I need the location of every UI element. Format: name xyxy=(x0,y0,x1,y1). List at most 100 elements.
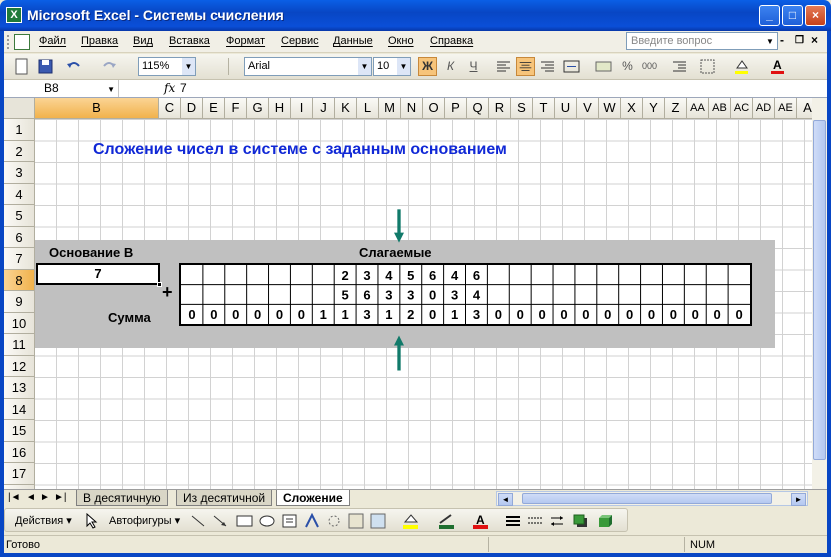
doc-close-icon[interactable]: × xyxy=(811,33,818,47)
column-header-ab[interactable]: AB xyxy=(709,98,731,119)
column-header-ad[interactable]: AD xyxy=(753,98,775,119)
row-header-4[interactable]: 4 xyxy=(4,183,35,205)
font-dropdown-icon[interactable]: ▼ xyxy=(358,58,371,75)
diagram-icon[interactable] xyxy=(326,513,342,529)
menu-format[interactable]: Формат xyxy=(226,35,265,47)
row-header-2[interactable]: 2 xyxy=(4,140,35,162)
column-header-h[interactable]: H xyxy=(269,98,291,119)
dash-style-icon[interactable] xyxy=(527,514,543,528)
merge-center-icon[interactable] xyxy=(562,57,581,76)
arrow-style-icon[interactable] xyxy=(549,514,565,528)
name-box-dropdown-icon[interactable]: ▼ xyxy=(107,85,115,94)
addend2-digit[interactable]: 3 xyxy=(407,288,414,303)
column-header-q[interactable]: Q xyxy=(467,98,489,119)
sum-digit[interactable]: 0 xyxy=(429,307,436,322)
zoom-dropdown-icon[interactable]: ▼ xyxy=(182,58,195,75)
minimize-button[interactable]: _ xyxy=(759,5,780,26)
column-header-f[interactable]: F xyxy=(225,98,247,119)
close-button[interactable]: × xyxy=(805,5,826,26)
percent-button[interactable]: % xyxy=(618,57,637,76)
scroll-left-icon[interactable]: ◄ xyxy=(498,493,513,506)
addend2-digit[interactable]: 4 xyxy=(473,288,481,303)
rectangle-icon[interactable] xyxy=(236,514,254,528)
sum-digit[interactable]: 0 xyxy=(714,307,721,322)
prev-sheet-icon[interactable]: ◄ xyxy=(26,492,36,503)
font-color-icon[interactable]: A xyxy=(768,57,787,76)
column-header-g[interactable]: G xyxy=(247,98,269,119)
bold-button[interactable]: Ж xyxy=(418,57,437,76)
sum-digit[interactable]: 0 xyxy=(626,307,633,322)
addend1-digit[interactable]: 5 xyxy=(407,268,414,283)
name-box[interactable]: B8 ▼ xyxy=(4,80,119,97)
align-center-icon[interactable] xyxy=(516,57,535,76)
align-left-icon[interactable] xyxy=(494,57,513,76)
column-header-x[interactable]: X xyxy=(621,98,643,119)
menu-insert[interactable]: Вставка xyxy=(169,35,210,47)
menu-edit[interactable]: Правка xyxy=(81,35,118,47)
currency-icon[interactable] xyxy=(594,57,613,76)
draw-fill-color-icon[interactable] xyxy=(401,512,421,530)
row-header-17[interactable]: 17 xyxy=(4,463,35,485)
last-sheet-icon[interactable]: ►| xyxy=(54,492,67,503)
worksheet[interactable]: B C D E F G H I J K L M N O P Q R S T U V W X Y Z AA AB AC AD AE A 123… xyxy=(4,98,827,489)
line-color-icon[interactable] xyxy=(437,512,457,530)
maximize-button[interactable]: □ xyxy=(782,5,803,26)
row-header-13[interactable]: 13 xyxy=(4,377,35,399)
clipart-icon[interactable] xyxy=(348,513,364,529)
column-header-t[interactable]: T xyxy=(533,98,555,119)
column-header-ae[interactable]: AE xyxy=(775,98,797,119)
row-header-6[interactable]: 6 xyxy=(4,226,35,248)
addend2-digit[interactable]: 6 xyxy=(363,288,370,303)
column-header-n[interactable]: N xyxy=(401,98,423,119)
column-header-c[interactable]: C xyxy=(159,98,181,119)
row-header-7[interactable]: 7 xyxy=(4,248,35,270)
menu-help[interactable]: Справка xyxy=(430,35,473,47)
row-header-11[interactable]: 11 xyxy=(4,334,35,356)
font-size-select[interactable]: 10 ▼ xyxy=(373,57,411,76)
addend1-digit[interactable]: 6 xyxy=(473,268,480,283)
thousands-separator-button[interactable]: 000 xyxy=(640,57,659,76)
fill-color-icon[interactable] xyxy=(732,57,751,76)
row-header-10[interactable]: 10 xyxy=(4,312,35,334)
borders-icon[interactable] xyxy=(698,57,717,76)
sum-digit[interactable]: 1 xyxy=(385,307,392,322)
menu-window[interactable]: Окно xyxy=(388,35,414,47)
sum-digit[interactable]: 2 xyxy=(407,307,414,322)
align-right-icon[interactable] xyxy=(538,57,557,76)
sum-digit[interactable]: 1 xyxy=(342,307,349,322)
tab-from-decimal[interactable]: Из десятичной xyxy=(176,490,273,506)
menu-grip-handle[interactable] xyxy=(7,35,10,49)
column-header-l[interactable]: L xyxy=(357,98,379,119)
row-header-16[interactable]: 16 xyxy=(4,441,35,463)
doc-restore-icon[interactable]: ❐ xyxy=(795,35,804,46)
sum-digit[interactable]: 0 xyxy=(648,307,655,322)
row-header-5[interactable]: 5 xyxy=(4,205,35,227)
arrow-tool-icon[interactable] xyxy=(212,514,228,528)
tab-to-decimal[interactable]: В десятичную xyxy=(76,490,168,506)
select-all-corner[interactable] xyxy=(4,98,35,119)
sum-digit[interactable]: 0 xyxy=(538,307,545,322)
italic-button[interactable]: К xyxy=(441,57,460,76)
zoom-select[interactable]: 115% ▼ xyxy=(138,57,196,76)
column-header-o[interactable]: O xyxy=(423,98,445,119)
draw-font-color-icon[interactable]: A xyxy=(471,512,491,530)
insert-function-icon[interactable]: fx xyxy=(164,81,175,95)
column-header-r[interactable]: R xyxy=(489,98,511,119)
addend1-digit[interactable]: 4 xyxy=(451,268,459,283)
row-header-8[interactable]: 8 xyxy=(4,269,35,291)
line-icon[interactable] xyxy=(190,514,206,528)
help-question-input[interactable]: Введите вопрос xyxy=(626,32,778,50)
sum-digit[interactable]: 0 xyxy=(582,307,589,322)
column-header-ac[interactable]: AC xyxy=(731,98,753,119)
scroll-right-icon[interactable]: ► xyxy=(791,493,806,506)
save-icon[interactable] xyxy=(36,57,55,76)
sum-digit[interactable]: 0 xyxy=(254,307,261,322)
row-header-3[interactable]: 3 xyxy=(4,162,35,184)
horizontal-scrollbar[interactable]: ◄ ► xyxy=(496,491,808,506)
wordart-icon[interactable] xyxy=(304,513,320,529)
line-style-icon[interactable] xyxy=(505,514,521,528)
row-header-15[interactable]: 15 xyxy=(4,420,35,442)
column-header-m[interactable]: M xyxy=(379,98,401,119)
oval-icon[interactable] xyxy=(258,514,276,528)
insert-picture-icon[interactable] xyxy=(370,513,386,529)
